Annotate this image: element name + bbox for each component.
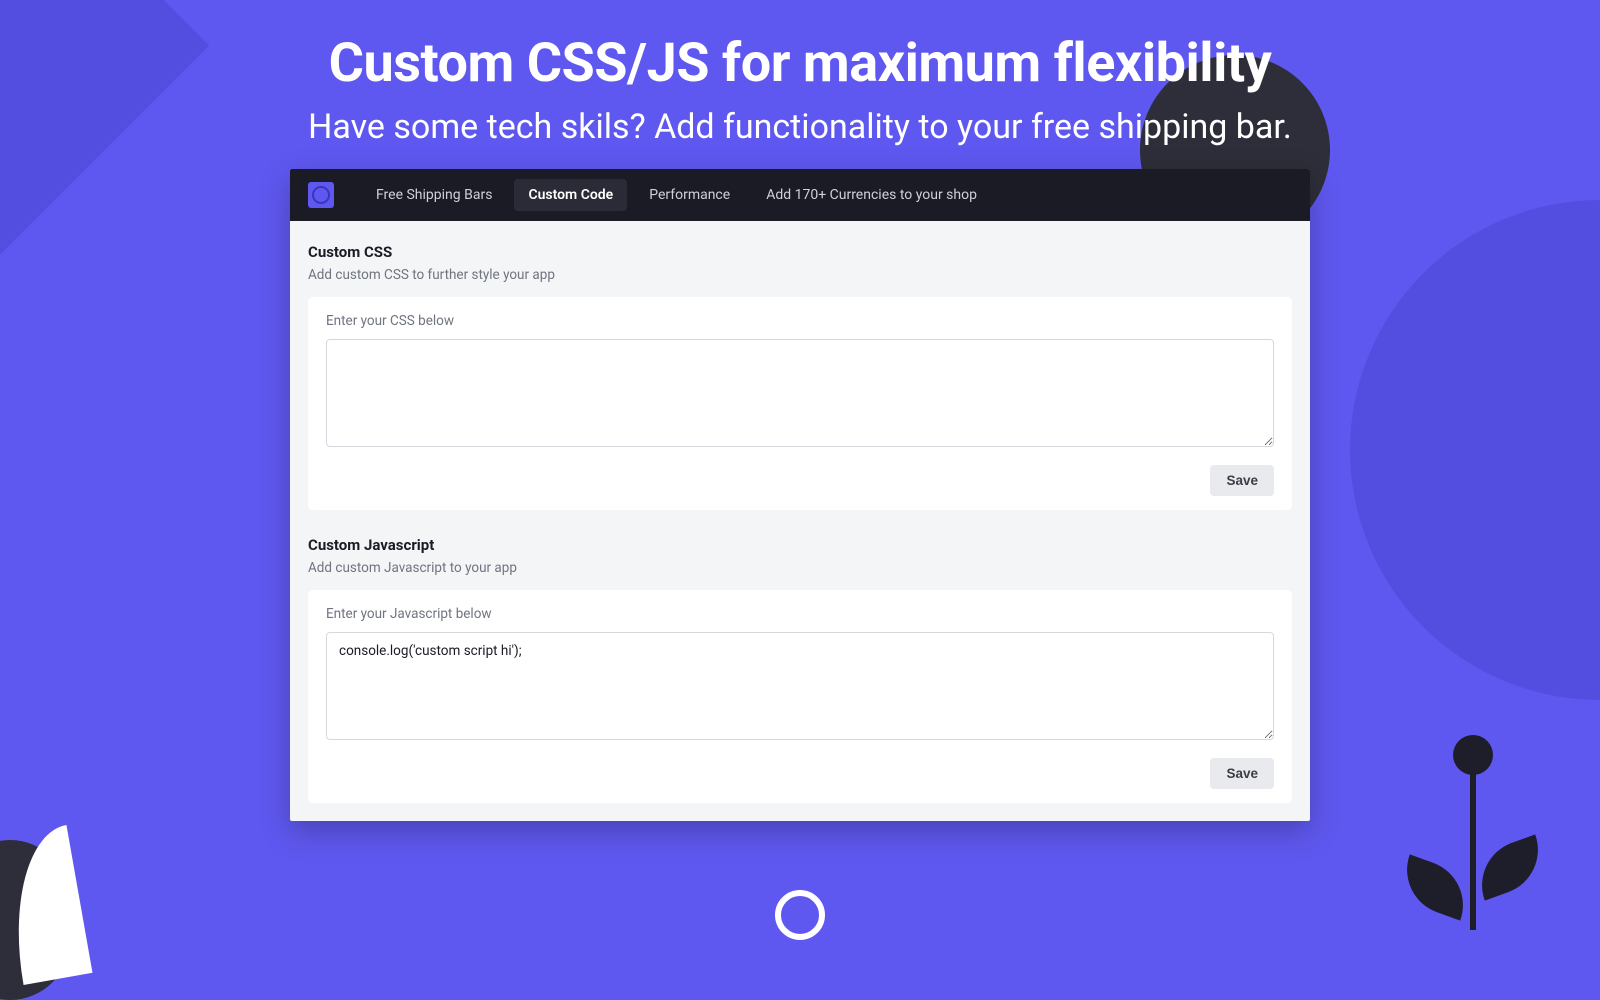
nav-add-currencies[interactable]: Add 170+ Currencies to your shop (752, 179, 991, 211)
save-css-button[interactable]: Save (1210, 465, 1274, 496)
hero-title: Custom CSS/JS for maximum flexibility (0, 32, 1600, 95)
custom-css-card: Enter your CSS below Save (308, 297, 1292, 510)
custom-css-sub: Add custom CSS to further style your app (308, 267, 1292, 283)
custom-js-label: Enter your Javascript below (326, 606, 1274, 622)
custom-css-heading: Custom CSS (308, 243, 1292, 261)
app-nav: Free Shipping Bars Custom Code Performan… (290, 169, 1310, 221)
custom-js-section: Custom Javascript Add custom Javascript … (308, 536, 1292, 803)
custom-css-section: Custom CSS Add custom CSS to further sty… (308, 243, 1292, 510)
nav-free-shipping-bars[interactable]: Free Shipping Bars (362, 179, 506, 211)
custom-js-sub: Add custom Javascript to your app (308, 560, 1292, 576)
bg-flower-shape (1380, 670, 1560, 930)
bg-circle (1350, 200, 1600, 700)
custom-js-heading: Custom Javascript (308, 536, 1292, 554)
hero-subtitle: Have some tech skils? Add functionality … (0, 107, 1600, 147)
custom-css-actions: Save (326, 465, 1274, 496)
hero: Custom CSS/JS for maximum flexibility Ha… (0, 0, 1600, 147)
custom-css-input[interactable] (326, 339, 1274, 447)
app-window: Free Shipping Bars Custom Code Performan… (290, 169, 1310, 821)
nav-custom-code[interactable]: Custom Code (514, 179, 627, 211)
custom-js-actions: Save (326, 758, 1274, 789)
bg-leaf-shape (0, 720, 120, 940)
save-js-button[interactable]: Save (1210, 758, 1274, 789)
custom-js-card: Enter your Javascript below console.log(… (308, 590, 1292, 803)
custom-js-input[interactable]: console.log('custom script hi'); (326, 632, 1274, 740)
app-body: Custom CSS Add custom CSS to further sty… (290, 221, 1310, 821)
custom-css-label: Enter your CSS below (326, 313, 1274, 329)
bg-ring (775, 890, 825, 940)
nav-performance[interactable]: Performance (635, 179, 744, 211)
app-logo-icon (308, 182, 334, 208)
